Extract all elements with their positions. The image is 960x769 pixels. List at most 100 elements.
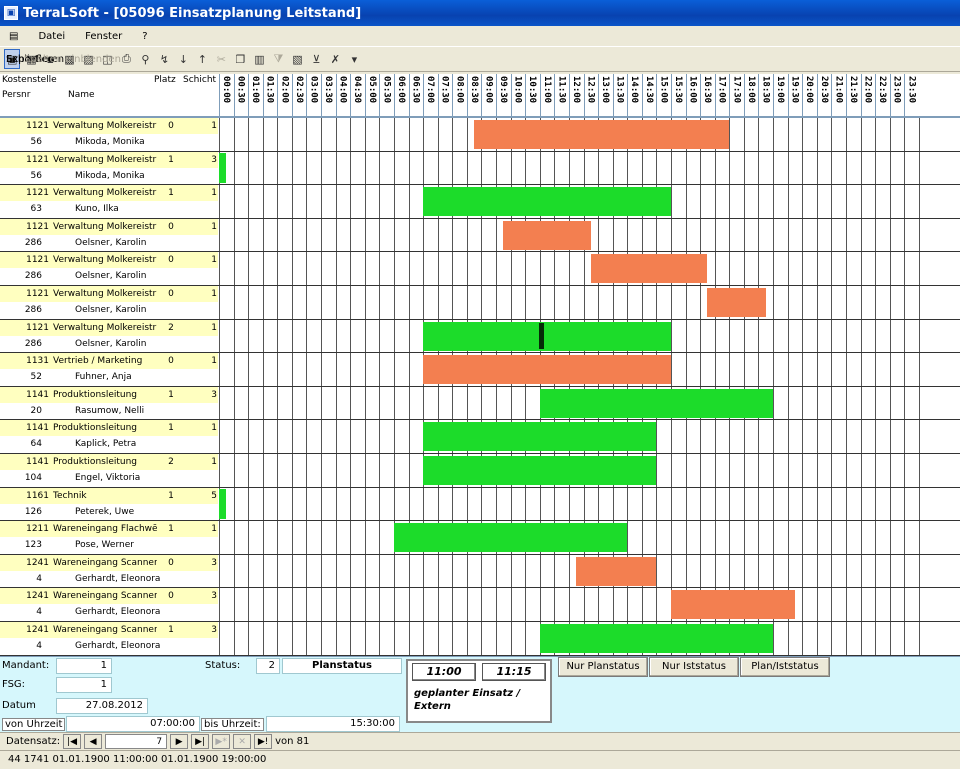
sort-desc-icon[interactable]: ↑ [194,49,210,69]
schedule-row[interactable]: 1161 Technik 1 5 126 Peterek, Uwe [0,487,960,522]
grid-line [904,218,906,252]
ist-bar[interactable] [423,187,671,217]
row-info[interactable]: 1241 Wareneingang Scanner 0 3 4 Gerhardt, Ele… [0,588,218,621]
menu-datei[interactable]: Datei [35,30,68,43]
plan-iststatus-button[interactable]: Plan/Iststatus [740,657,830,677]
dropdown-arrow-icon[interactable]: ▾ [346,49,362,69]
ist-bar[interactable] [539,388,774,418]
row-info[interactable]: 1121 Verwaltung Molkereistr 1 1 63 Kuno, Ilka [0,185,218,218]
last-record-icon[interactable]: ▶| [191,734,210,749]
time-from-button[interactable]: 11:00 [412,663,476,681]
filter-record-icon[interactable]: ▶! [254,734,273,749]
schedule-row[interactable]: 1121 Verwaltung Molkereistr 2 1 286 Oelsner, … [0,319,960,354]
row-info[interactable]: 1241 Wareneingang Scanner 1 3 4 Gerhardt, Ele… [0,622,218,655]
plan-bar[interactable] [670,590,795,620]
datum-field[interactable]: 27.08.2012 [56,698,148,714]
schedule-row[interactable]: 1211 Wareneingang Flachwē 1 1 123 Pose, Werne… [0,521,960,555]
schedule-row[interactable]: 1241 Wareneingang Scanner 0 3 4 Gerhardt, Ele… [0,554,960,589]
grid-line [700,487,702,521]
nur-planstatus-button[interactable]: Nur Planstatus [558,657,648,677]
menu-doc-icon[interactable]: ▤ [6,30,21,43]
row-info[interactable]: 1241 Wareneingang Scanner 0 3 4 Gerhardt, Ele… [0,554,218,588]
filter-apply-icon[interactable]: ⊻ [308,49,324,69]
menu-help[interactable]: ? [139,30,150,43]
show-columns-button[interactable]: Spalten einblenden [22,49,123,69]
bis-uhrzeit-field[interactable]: 15:30:00 [266,716,400,732]
row-info[interactable]: 1141 Produktionsleitung 1 3 20 Rasumow, Nelli [0,386,218,420]
filter-remove-icon[interactable]: ✗ [327,49,343,69]
cut-icon[interactable]: ✂ [213,49,229,69]
grid-line [627,151,629,185]
row-info[interactable]: 1121 Verwaltung Molkereistr 0 1 286 Oelsner, … [0,218,218,252]
schedule-row[interactable]: 1131 Vertrieb / Marketing 0 1 52 Fuhner, Anja [0,353,960,387]
schedule-row[interactable]: 1141 Produktionsleitung 2 1 104 Engel, Viktor… [0,454,960,488]
mandant-field[interactable]: 1 [56,658,112,674]
row-ks-number: 1121 [26,154,49,165]
row-info[interactable]: 1121 Verwaltung Molkereistr 0 1 286 Oelsner, … [0,286,218,319]
row-info[interactable]: 1141 Produktionsleitung 1 1 64 Kaplick, Petra [0,420,218,453]
schedule-row[interactable]: 1121 Verwaltung Molkereistr 0 1 286 Oelsner, … [0,286,960,320]
time-label: 08:30 [468,76,479,104]
schedule-row[interactable]: 1241 Wareneingang Scanner 0 3 4 Gerhardt, Ele… [0,588,960,622]
first-record-icon[interactable]: |◀ [63,734,82,749]
paste-icon[interactable]: ▥ [251,49,267,69]
delete-record-icon[interactable]: ✕ [233,734,252,749]
copy-icon[interactable]: ❐ [232,49,248,69]
grid-line [277,118,279,151]
schedule-row[interactable]: 1121 Verwaltung Molkereistr 0 1 286 Oelsner, … [0,252,960,286]
schedule-row[interactable]: 1121 Verwaltung Molkereistr 0 1 56 Mikoda, Mo… [0,118,960,152]
filter-form-icon[interactable]: ▧ [289,49,305,69]
grid-line [335,554,337,588]
new-record-icon[interactable]: ▶* [212,734,231,749]
row-info[interactable]: 1211 Wareneingang Flachwē 1 1 123 Pose, Werne… [0,521,218,554]
grid-line [612,588,614,621]
grid-line [277,286,279,319]
schedule-row[interactable]: 1241 Wareneingang Scanner 1 3 4 Gerhardt, Ele… [0,622,960,656]
plan-bar[interactable] [707,288,766,317]
row-info[interactable]: 1141 Produktionsleitung 2 1 104 Engel, Viktor… [0,454,218,487]
grid-line [802,386,804,420]
schedule-row[interactable]: 1121 Verwaltung Molkereistr 1 1 63 Kuno, Ilka [0,185,960,219]
ist-bar[interactable] [423,321,671,351]
plan-bar[interactable] [423,355,671,385]
grid-line [262,151,264,185]
row-info[interactable]: 1121 Verwaltung Molkereistr 2 1 286 Oelsner, … [0,319,218,353]
grid-line [656,487,658,521]
next-record-icon[interactable]: ▶ [170,734,189,749]
binoculars-icon[interactable]: ⚲ [137,49,153,69]
menu-fenster[interactable]: Fenster [82,30,125,43]
status-text-field[interactable]: Planstatus [282,658,402,674]
replace-icon[interactable]: ↯ [156,49,172,69]
filter-icon[interactable]: ⧩ [270,49,286,69]
ist-bar[interactable] [423,422,657,452]
fsg-field[interactable]: 1 [56,677,112,693]
schedule-row[interactable]: 1121 Verwaltung Molkereistr 0 1 286 Oelsner, … [0,218,960,253]
von-uhrzeit-field[interactable]: 07:00:00 [66,716,200,732]
row-info[interactable]: 1161 Technik 1 5 126 Peterek, Uwe [0,487,218,521]
row-info[interactable]: 1121 Verwaltung Molkereistr 0 1 56 Mikoda, Mo… [0,118,218,151]
schedule-row[interactable]: 1121 Verwaltung Molkereistr 1 3 56 Mikoda, Mo… [0,151,960,186]
row-info[interactable]: 1121 Verwaltung Molkereistr 0 1 286 Oelsner, … [0,252,218,285]
grid-line [904,454,906,487]
schedule-row[interactable]: 1141 Produktionsleitung 1 1 64 Kaplick, Petra [0,420,960,454]
plan-bar[interactable] [576,556,657,586]
ist-bar[interactable] [539,624,774,653]
time-column-header: 22:00 [860,74,876,118]
grid-line [466,286,468,319]
nur-iststatus-button[interactable]: Nur Iststatus [649,657,739,677]
ist-bar[interactable] [393,523,628,553]
row-info[interactable]: 1121 Verwaltung Molkereistr 1 3 56 Mikoda, Mo… [0,151,218,185]
record-number-field[interactable]: 7 [105,734,168,749]
time-label: 00:30 [235,76,246,104]
ist-bar[interactable] [423,456,657,485]
row-info[interactable]: 1131 Vertrieb / Marketing 0 1 52 Fuhner, Anja [0,353,218,386]
status-field[interactable]: 2 [256,658,280,674]
plan-bar[interactable] [590,254,708,284]
time-to-button[interactable]: 11:15 [482,663,546,681]
prev-record-icon[interactable]: ◀ [84,734,103,749]
plan-bar[interactable] [474,120,730,149]
plan-bar[interactable] [503,220,591,250]
sort-asc-icon[interactable]: ↓ [175,49,191,69]
grid-line [918,420,920,453]
schedule-row[interactable]: 1141 Produktionsleitung 1 3 20 Rasumow, Nelli [0,386,960,421]
